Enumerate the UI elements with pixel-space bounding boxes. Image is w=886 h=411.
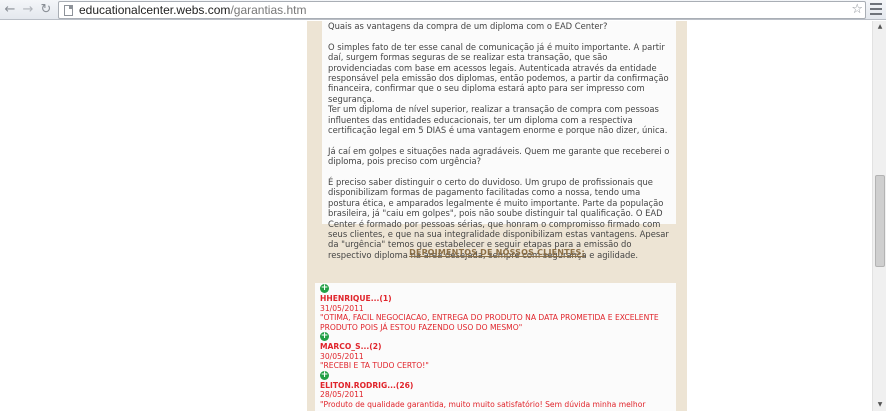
faq-question-2: Já caí em golpes e situações nada agradá… <box>328 145 670 167</box>
testimonial-item: + ELITON.RODRIG...(26) 28/05/2011 "Produ… <box>320 370 676 411</box>
forward-arrow-icon[interactable]: → <box>20 2 36 18</box>
scroll-down-arrow-icon[interactable]: ▼ <box>873 399 886 411</box>
faq-answer-1: O simples fato de ter esse canal de comu… <box>328 41 669 104</box>
url-host: educationalcenter.webs.com <box>79 3 231 17</box>
testimonial-date: 30/05/2011 <box>320 351 364 361</box>
back-arrow-icon[interactable]: ← <box>2 2 18 18</box>
url-path: /garantias.htm <box>230 3 307 17</box>
testimonial-item: + MARCO_S...(2) 30/05/2011 "RECEBI E TA … <box>320 332 676 371</box>
content-column: Quais as vantagens da compra de um diplo… <box>307 21 687 411</box>
testimonials-title[interactable]: DEPOIMENTOS DE NOSSOS CLIENTES: <box>307 248 687 257</box>
testimonial-text: "RECEBI E TA TUDO CERTO!" <box>320 361 429 370</box>
bookmark-star-icon[interactable]: ☆ <box>851 2 863 18</box>
testimonial-author: MARCO_S...(2) <box>320 342 382 351</box>
testimonial-date: 31/05/2011 <box>320 303 364 313</box>
scroll-thumb[interactable] <box>875 175 885 267</box>
testimonial-item: + HHENRIQUE...(1) 31/05/2011 "OTIMA, FAC… <box>320 284 676 332</box>
testimonial-author: ELITON.RODRIG...(26) <box>320 380 414 390</box>
testimonial-text: "OTIMA, FACIL NEGOCIACAO, ENTREGA DO PRO… <box>320 313 659 332</box>
faq-article: Quais as vantagens da compra de um diplo… <box>322 21 676 260</box>
testimonial-date: 28/05/2011 <box>320 390 364 399</box>
expand-plus-icon[interactable]: + <box>320 332 329 341</box>
testimonials-list: + HHENRIQUE...(1) 31/05/2011 "OTIMA, FAC… <box>315 283 676 411</box>
reload-icon[interactable]: ↻ <box>38 2 54 18</box>
page-viewport: Quais as vantagens da compra de um diplo… <box>0 21 872 411</box>
vertical-scrollbar[interactable]: ▲ ▼ <box>872 21 886 411</box>
testimonial-author: HHENRIQUE...(1) <box>320 294 392 303</box>
page-icon <box>64 5 73 16</box>
scroll-up-arrow-icon[interactable]: ▲ <box>873 21 886 33</box>
url-text[interactable]: educationalcenter.webs.com/garantias.htm <box>79 3 306 18</box>
faq-question-1: Quais as vantagens da compra de um diplo… <box>328 21 608 31</box>
expand-plus-icon[interactable]: + <box>320 370 329 380</box>
testimonial-text: "Produto de qualidade garantida, muito m… <box>320 399 646 411</box>
expand-plus-icon[interactable]: + <box>320 284 329 293</box>
address-bar[interactable]: educationalcenter.webs.com/garantias.htm… <box>58 1 866 19</box>
menu-icon[interactable] <box>870 3 882 16</box>
browser-toolbar: ← → ↻ educationalcenter.webs.com/garanti… <box>0 0 886 20</box>
faq-answer-1-cont: Ter um diploma de nível superior, realiz… <box>328 104 668 136</box>
